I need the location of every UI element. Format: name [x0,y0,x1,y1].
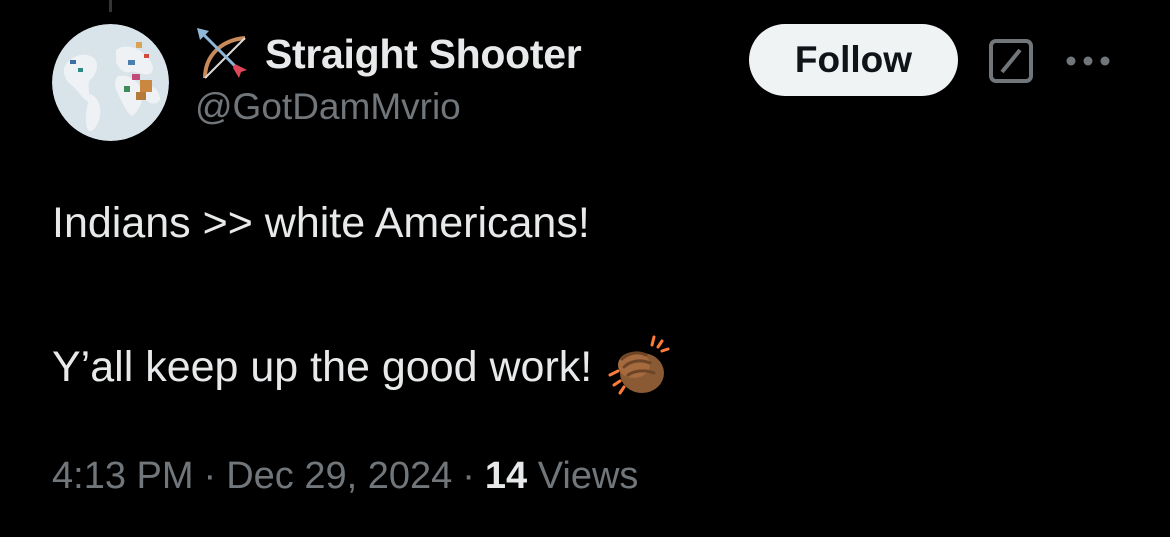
tweet-text-line-1: Indians >> white Americans! [52,199,590,247]
tweet-text-line-2-row: Y’all keep up the good work! [52,335,1132,399]
clapping-hands-icon [608,335,670,395]
tweet-time[interactable]: 4:13 PM [52,455,194,497]
tweet-metadata: 4:13 PM · Dec 29, 2024 · 14 Views [52,455,638,498]
follow-button[interactable]: Follow [749,24,958,96]
meta-separator: · [462,455,475,497]
tweet-text: Indians >> white Americans! Y’all keep u… [52,193,1132,399]
tweet-date[interactable]: Dec 29, 2024 [226,455,452,497]
avatar[interactable] [52,24,169,141]
name-row[interactable]: Straight Shooter [195,26,735,82]
bow-and-arrow-icon [197,28,247,79]
more-horizontal-icon[interactable] [1063,46,1113,76]
views-label: Views [537,455,639,497]
user-handle[interactable]: @GotDamMvrio [195,86,735,128]
view-count: 14 [484,455,528,497]
thread-connector-line [109,0,112,12]
globe-map-icon [52,24,169,141]
tweet-text-line-2: Y’all keep up the good work! [52,343,593,391]
meta-separator: · [203,455,217,497]
display-name[interactable]: Straight Shooter [265,31,582,78]
grok-icon[interactable] [988,38,1034,84]
tweet-header: Straight Shooter @GotDamMvrio [195,26,735,128]
